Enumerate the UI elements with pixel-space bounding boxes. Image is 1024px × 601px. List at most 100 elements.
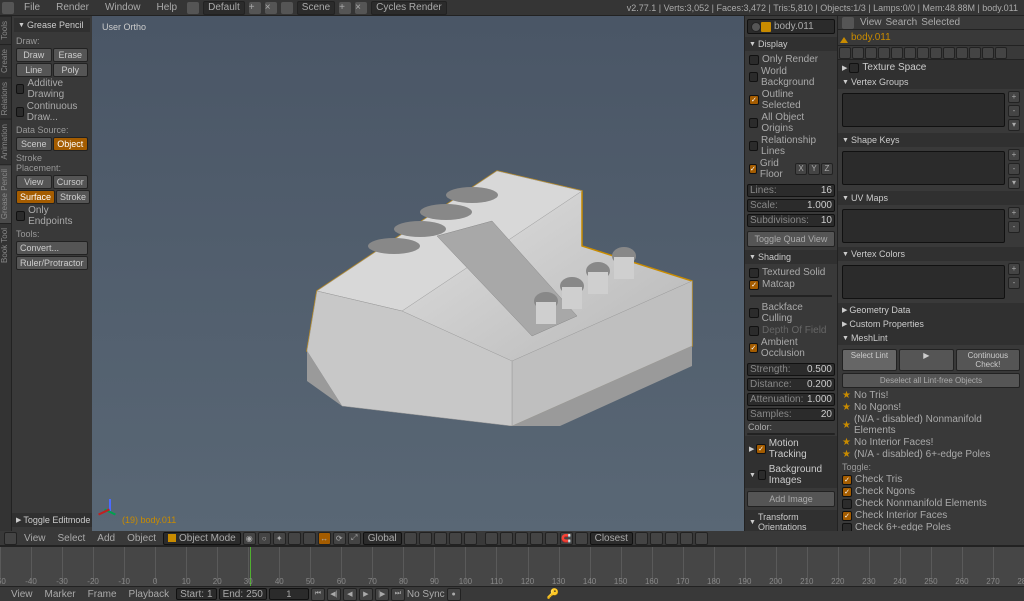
toggle-quad-view-button[interactable]: Toggle Quad View <box>747 231 835 247</box>
viewport-3d[interactable]: User Ortho (19) body.011 <box>92 16 744 531</box>
layout-add-icon[interactable]: + <box>249 2 261 14</box>
view-menu[interactable]: View <box>19 533 51 544</box>
vg-add-button[interactable]: + <box>1008 91 1020 103</box>
panel-grease-pencil[interactable]: Grease Pencil <box>14 18 90 32</box>
grid-lines-field[interactable]: Lines:16 <box>747 184 835 197</box>
ao-distance-field[interactable]: Distance:0.200 <box>747 378 835 391</box>
tab-grease-pencil[interactable]: Grease Pencil <box>0 164 11 223</box>
select-lint-button[interactable]: Select Lint <box>842 349 897 371</box>
outline-selected-checkbox[interactable] <box>749 95 759 105</box>
axis-y-button[interactable]: Y <box>808 163 820 175</box>
scene-add-icon[interactable]: + <box>339 2 351 14</box>
continuous-check-button[interactable]: Continuous Check! <box>956 349 1020 371</box>
shading-solid-icon[interactable]: ○ <box>258 532 271 545</box>
motion-checkbox[interactable] <box>756 444 765 454</box>
snap-icon[interactable]: 🧲 <box>560 532 573 545</box>
select-menu[interactable]: Select <box>53 533 91 544</box>
snap-dropdown[interactable]: Closest <box>590 532 633 545</box>
layer-button[interactable] <box>404 532 417 545</box>
ao-strength-field[interactable]: Strength:0.500 <box>747 363 835 376</box>
layout-del-icon[interactable]: × <box>265 2 277 14</box>
shading-sphere-icon[interactable]: ◉ <box>243 532 256 545</box>
draw-button[interactable]: Draw <box>16 48 52 62</box>
panel-geometry-data[interactable]: Geometry Data <box>838 303 1024 317</box>
ao-attenuation-field[interactable]: Attenuation:1.000 <box>747 393 835 406</box>
panel-meshlint[interactable]: MeshLint <box>838 331 1024 345</box>
poly-button[interactable]: Poly <box>53 63 89 77</box>
erase-button[interactable]: Erase <box>53 48 89 62</box>
panel-vertex-groups[interactable]: Vertex Groups <box>838 75 1024 89</box>
screen-layout-dropdown[interactable]: Default <box>203 1 245 15</box>
toggle-editmode-button[interactable]: Toggle Editmode <box>12 513 92 527</box>
grid-floor-checkbox[interactable] <box>749 164 757 174</box>
all-origins-checkbox[interactable] <box>749 118 758 128</box>
relationship-lines-checkbox[interactable] <box>749 141 758 151</box>
tab-animation[interactable]: Animation <box>0 119 11 164</box>
editor-type-icon[interactable] <box>842 17 854 29</box>
keyframe-prev-icon[interactable]: ◀| <box>327 588 341 601</box>
panel-vertex-colors[interactable]: Vertex Colors <box>838 247 1024 261</box>
current-frame-field[interactable]: 1 <box>269 588 309 600</box>
scene-browse-icon[interactable] <box>281 2 293 14</box>
manipulator-translate-icon[interactable]: ↔ <box>318 532 331 545</box>
filter-icon[interactable] <box>839 47 851 59</box>
menu-help[interactable]: Help <box>149 2 186 13</box>
sk-list[interactable] <box>842 151 1005 185</box>
tl-playback-menu[interactable]: Playback <box>124 589 175 600</box>
ruler-button[interactable]: Ruler/Protractor <box>16 256 88 270</box>
outliner-search-menu[interactable]: Search <box>886 17 918 28</box>
scene-button[interactable]: Scene <box>16 137 52 151</box>
outliner-filter-dropdown[interactable]: Selected <box>921 17 1014 28</box>
grid-scale-field[interactable]: Scale:1.000 <box>747 199 835 212</box>
bgimg-checkbox[interactable] <box>758 470 766 480</box>
vg-remove-button[interactable]: - <box>1008 105 1020 117</box>
manipulator-icon[interactable] <box>303 532 316 545</box>
uv-remove-button[interactable]: - <box>1008 221 1020 233</box>
keyframe-next-icon[interactable]: |▶ <box>375 588 389 601</box>
view-button[interactable]: View <box>16 175 52 189</box>
end-frame-field[interactable]: End:250 <box>219 588 267 600</box>
render-border-icon[interactable] <box>635 532 648 545</box>
panel-motion-tracking[interactable]: Motion Tracking <box>745 436 837 462</box>
manipulator-scale-icon[interactable]: ⤢ <box>348 532 361 545</box>
panel-bg-images[interactable]: Background Images <box>745 462 837 488</box>
continuous-play-icon[interactable]: ▶ <box>899 349 954 371</box>
check-poles-checkbox[interactable] <box>842 523 852 532</box>
menu-window[interactable]: Window <box>97 2 149 13</box>
tab-book-tool[interactable]: Book Tool <box>0 223 11 267</box>
editor-type-icon[interactable] <box>4 532 17 545</box>
orientation-dropdown[interactable]: Global <box>363 532 402 545</box>
menu-render[interactable]: Render <box>48 2 97 13</box>
deselect-lintfree-button[interactable]: Deselect all Lint-free Objects <box>842 373 1020 388</box>
pivot-center-icon[interactable] <box>288 532 301 545</box>
matcap-checkbox[interactable] <box>749 280 759 290</box>
object-button[interactable]: Object <box>53 137 89 151</box>
additive-checkbox[interactable] <box>16 84 24 94</box>
object-name-field[interactable]: body.011 <box>747 19 835 34</box>
panel-display[interactable]: Display <box>745 37 837 51</box>
panel-shading[interactable]: Shading <box>745 250 837 264</box>
panel-transform-orient[interactable]: Transform Orientations <box>745 510 837 531</box>
tl-frame-menu[interactable]: Frame <box>83 589 122 600</box>
only-render-checkbox[interactable] <box>749 55 759 65</box>
menu-file[interactable]: File <box>16 2 48 13</box>
line-button[interactable]: Line <box>16 63 52 77</box>
vc-add-button[interactable]: + <box>1008 263 1020 275</box>
tl-marker-menu[interactable]: Marker <box>40 589 81 600</box>
jump-end-icon[interactable]: ⏭ <box>391 588 405 601</box>
scene-dropdown[interactable]: Scene <box>297 1 335 15</box>
tab-tools[interactable]: Tools <box>0 16 11 44</box>
ao-checkbox[interactable] <box>749 343 758 353</box>
play-icon[interactable]: ▶ <box>359 588 373 601</box>
outliner-tree[interactable]: body.011 <box>838 30 1024 45</box>
snap-target-icon[interactable] <box>575 532 588 545</box>
manipulator-rotate-icon[interactable]: ⟳ <box>333 532 346 545</box>
pin-icon[interactable] <box>751 22 761 32</box>
matcap-preview[interactable] <box>750 295 832 297</box>
sync-dropdown[interactable]: No Sync <box>407 589 445 600</box>
grid-subdiv-field[interactable]: Subdivisions:10 <box>747 214 835 227</box>
check-interior-checkbox[interactable] <box>842 511 852 521</box>
panel-custom-properties[interactable]: Custom Properties <box>838 317 1024 331</box>
check-nonmanifold-checkbox[interactable] <box>842 499 852 509</box>
check-ngons-checkbox[interactable] <box>842 487 852 497</box>
